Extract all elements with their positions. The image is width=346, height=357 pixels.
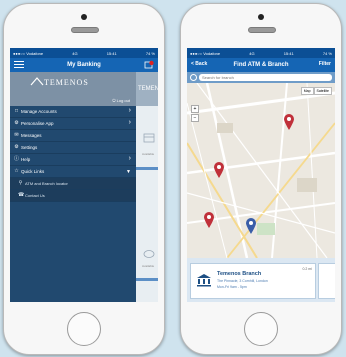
nav-bar: My Banking <box>10 58 158 72</box>
phone-left: ●●●○○ Vodafone 4G 15:41 74 % My Banking … <box>3 3 165 355</box>
phone-icon: ☎ <box>18 192 25 198</box>
menu-item-help[interactable]: ⓘ Help › <box>10 154 136 166</box>
battery: 74 % <box>145 50 155 56</box>
battery: 74 % <box>322 50 332 56</box>
help-icon: ⓘ <box>14 156 20 162</box>
branch-card[interactable]: Temenos Branch The Pinnacle, 3 Cornhill,… <box>190 263 316 299</box>
carrier: ●●●○○ Vodafone <box>13 50 44 56</box>
hamburger-menu-icon[interactable] <box>14 61 24 69</box>
underlying-divider <box>136 278 158 281</box>
search-input[interactable] <box>199 74 332 81</box>
submenu-item-label: Contact Us <box>25 193 45 198</box>
time: 15:41 <box>106 50 117 56</box>
brand-logo: TEMENOS <box>44 78 89 87</box>
menu-item-settings[interactable]: ⚙ Settings <box>10 142 136 154</box>
branch-address: The Pinnacle, 3 Cornhill, London <box>217 279 268 283</box>
underlying-label: Available <box>142 264 155 268</box>
map-pin-selected-icon[interactable] <box>245 217 257 235</box>
mail-icon: ✉ <box>14 132 19 138</box>
gear-icon: ⚙ <box>14 144 19 150</box>
speaker <box>248 27 276 33</box>
map-pin-icon[interactable] <box>283 113 295 131</box>
menu-item-quick-links[interactable]: ☆ Quick Links ▼ <box>10 166 136 178</box>
right-screen: ●●●○○ Vodafone 4G 15:41 74 % < Back Find… <box>187 48 335 302</box>
camera <box>258 14 264 20</box>
left-screen: ●●●○○ Vodafone 4G 15:41 74 % My Banking … <box>10 48 158 302</box>
status-bar: ●●●○○ Vodafone 4G 15:41 74 % <box>187 48 335 58</box>
filter-button[interactable]: Filter <box>319 61 331 67</box>
menu-item-label: Settings <box>21 145 38 150</box>
temenos-logo-icon <box>30 77 44 86</box>
underlying-header: TEMEN <box>136 72 158 106</box>
nav-title: Find ATM & Branch <box>233 62 289 68</box>
menu-item-personalise-app[interactable]: ⚙ Personalise App › <box>10 118 136 130</box>
menu-item-label: Quick Links <box>21 169 45 174</box>
nav-title: My Banking <box>67 62 101 68</box>
submenu-item-atm-branch-locator[interactable]: ⚲ ATM and Branch locator <box>10 178 136 190</box>
zoom-out-icon[interactable]: − <box>191 114 199 122</box>
settings-icon: ⚙ <box>14 120 19 126</box>
underlying-divider <box>136 167 158 170</box>
network: 4G <box>72 50 78 56</box>
chevron-down-icon: ▼ <box>126 169 131 175</box>
map-streets <box>187 83 335 258</box>
chevron-right-icon: › <box>128 155 131 162</box>
menu-item-messages[interactable]: ✉ Messages <box>10 130 136 142</box>
zoom-control: + − <box>191 105 199 123</box>
map-pin-icon[interactable] <box>213 161 225 179</box>
location-icon: ⚲ <box>18 180 23 186</box>
next-branch-card[interactable] <box>318 263 335 299</box>
card-icon: □ <box>14 108 19 114</box>
submenu-item-label: ATM and Branch locator <box>25 181 68 186</box>
map-view[interactable]: Map Satellite + − <box>187 83 335 258</box>
status-bar: ●●●○○ Vodafone 4G 15:41 74 % <box>10 48 158 58</box>
carrier: ●●●○○ Vodafone <box>190 50 221 56</box>
home-button[interactable] <box>244 312 278 346</box>
underlying-page: TEMEN Available Available <box>136 72 158 302</box>
menu-item-label: Messages <box>21 133 42 138</box>
drawer-header: TEMENOS ⏻ Log out <box>10 72 136 106</box>
chevron-right-icon: › <box>128 107 131 114</box>
menu-item-manage-accounts[interactable]: □ Manage Accounts › <box>10 106 136 118</box>
current-location-icon[interactable] <box>190 74 197 81</box>
back-button[interactable]: < Back <box>191 61 207 67</box>
menu-item-label: Manage Accounts <box>21 109 57 114</box>
side-drawer: TEMENOS ⏻ Log out □ Manage Accounts › ⚙ … <box>10 72 136 302</box>
submenu-item-contact-us[interactable]: ☎ Contact Us <box>10 190 136 202</box>
time: 15:41 <box>283 50 294 56</box>
map-type-satellite[interactable]: Satellite <box>313 87 332 95</box>
network: 4G <box>249 50 255 56</box>
branch-card-strip: Temenos Branch The Pinnacle, 3 Cornhill,… <box>187 258 335 302</box>
logout-button[interactable]: ⏻ Log out <box>112 98 130 103</box>
branch-distance: 0.2 mi <box>302 267 312 271</box>
branch-hours: Mon-Fri 9am - 5pm <box>217 285 247 289</box>
camera <box>81 14 87 20</box>
speaker <box>71 27 99 33</box>
map-pin-icon[interactable] <box>203 211 215 229</box>
star-icon: ☆ <box>14 168 19 174</box>
menu-item-label: Help <box>21 157 31 162</box>
menu-item-label: Personalise App <box>21 121 54 126</box>
phone-right: ●●●○○ Vodafone 4G 15:41 74 % < Back Find… <box>180 3 342 355</box>
zoom-in-icon[interactable]: + <box>191 105 199 113</box>
account-stack-icon <box>143 133 155 143</box>
piggy-bank-icon <box>143 250 155 258</box>
map-type-toggle: Map Satellite <box>300 87 332 95</box>
underlying-label: Available <box>142 152 155 156</box>
quick-links-submenu: ⚲ ATM and Branch locator ☎ Contact Us <box>10 178 136 202</box>
branch-name: Temenos Branch <box>217 271 262 277</box>
home-button[interactable] <box>67 312 101 346</box>
notification-icon[interactable] <box>144 60 154 70</box>
map-type-map[interactable]: Map <box>300 87 314 95</box>
bank-icon <box>197 274 211 287</box>
nav-bar: < Back Find ATM & Branch Filter <box>187 58 335 72</box>
chevron-right-icon: › <box>128 119 131 126</box>
search-bar <box>187 72 335 83</box>
